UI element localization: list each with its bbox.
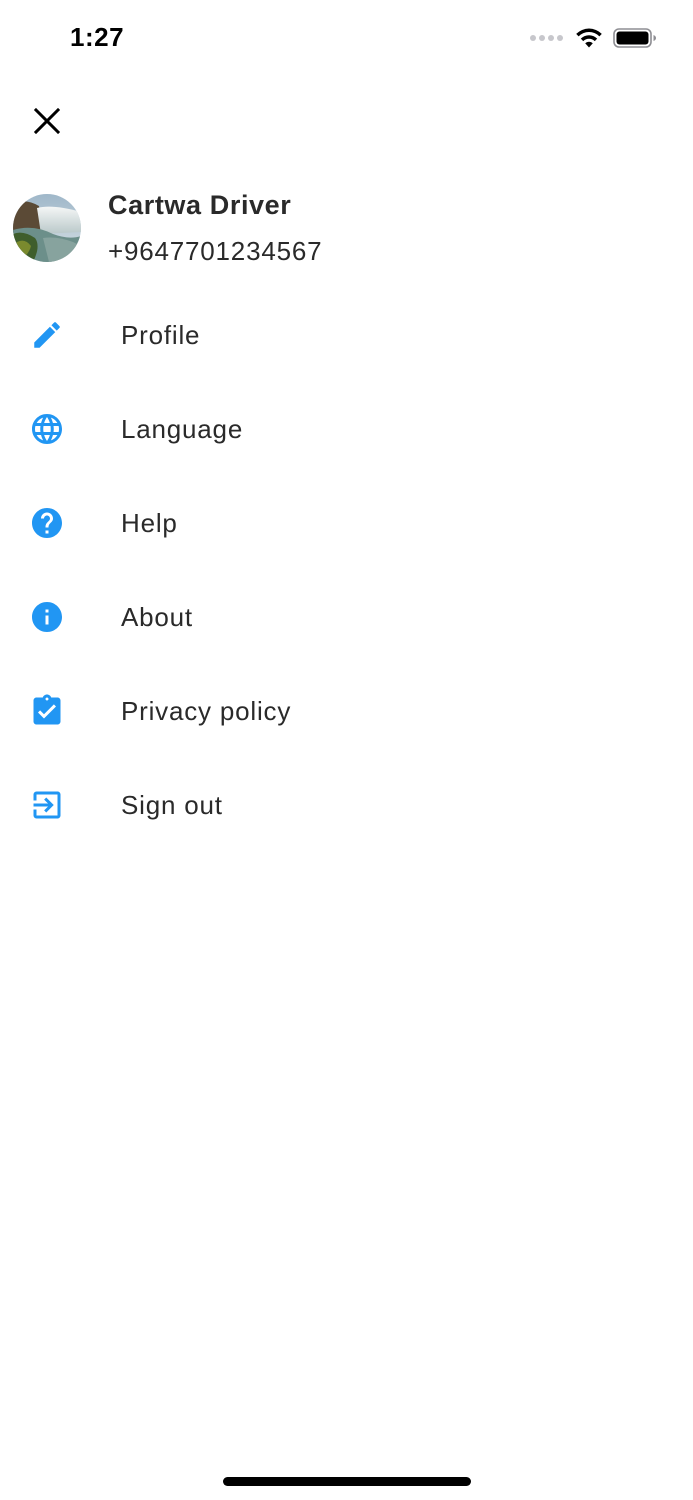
- drawer-user-header: Cartwa Driver +9647701234567: [0, 186, 693, 276]
- menu-item-label: Language: [121, 413, 244, 444]
- waterfall-avatar-image: [13, 194, 81, 262]
- cellular-dots-icon: [530, 35, 563, 41]
- pencil-icon: [28, 316, 66, 354]
- menu-item-label: Help: [121, 507, 178, 538]
- menu-item-sign-out[interactable]: Sign out: [0, 758, 693, 852]
- status-time: 1:27: [70, 22, 125, 52]
- help-circle-icon: [28, 504, 66, 542]
- status-bar: 1:27: [0, 0, 693, 80]
- menu-item-help[interactable]: Help: [0, 476, 693, 570]
- menu-item-label: Profile: [121, 319, 201, 350]
- menu-item-privacy-policy[interactable]: Privacy policy: [0, 664, 693, 758]
- globe-icon: [28, 410, 66, 448]
- drawer-menu: Profile Language Help About Privacy poli…: [0, 288, 693, 852]
- menu-item-language[interactable]: Language: [0, 382, 693, 476]
- user-phone: +9647701234567: [108, 236, 323, 266]
- menu-item-label: About: [121, 601, 193, 632]
- menu-item-label: Sign out: [121, 789, 223, 820]
- close-button[interactable]: [22, 96, 72, 146]
- avatar[interactable]: [13, 194, 81, 262]
- home-indicator[interactable]: [223, 1477, 471, 1486]
- user-name: Cartwa Driver: [108, 190, 292, 220]
- sign-out-icon: [28, 786, 66, 824]
- menu-item-profile[interactable]: Profile: [0, 288, 693, 382]
- wifi-icon: [576, 28, 602, 48]
- status-indicators: [530, 26, 657, 50]
- battery-icon: [613, 28, 656, 48]
- close-icon: [34, 108, 60, 134]
- menu-item-label: Privacy policy: [121, 695, 292, 726]
- menu-item-about[interactable]: About: [0, 570, 693, 664]
- clipboard-check-icon: [28, 692, 66, 730]
- info-circle-icon: [28, 598, 66, 636]
- navigation-drawer-screen: 1:27 Cartwa Driver +9647701234567 Profil…: [0, 0, 693, 1500]
